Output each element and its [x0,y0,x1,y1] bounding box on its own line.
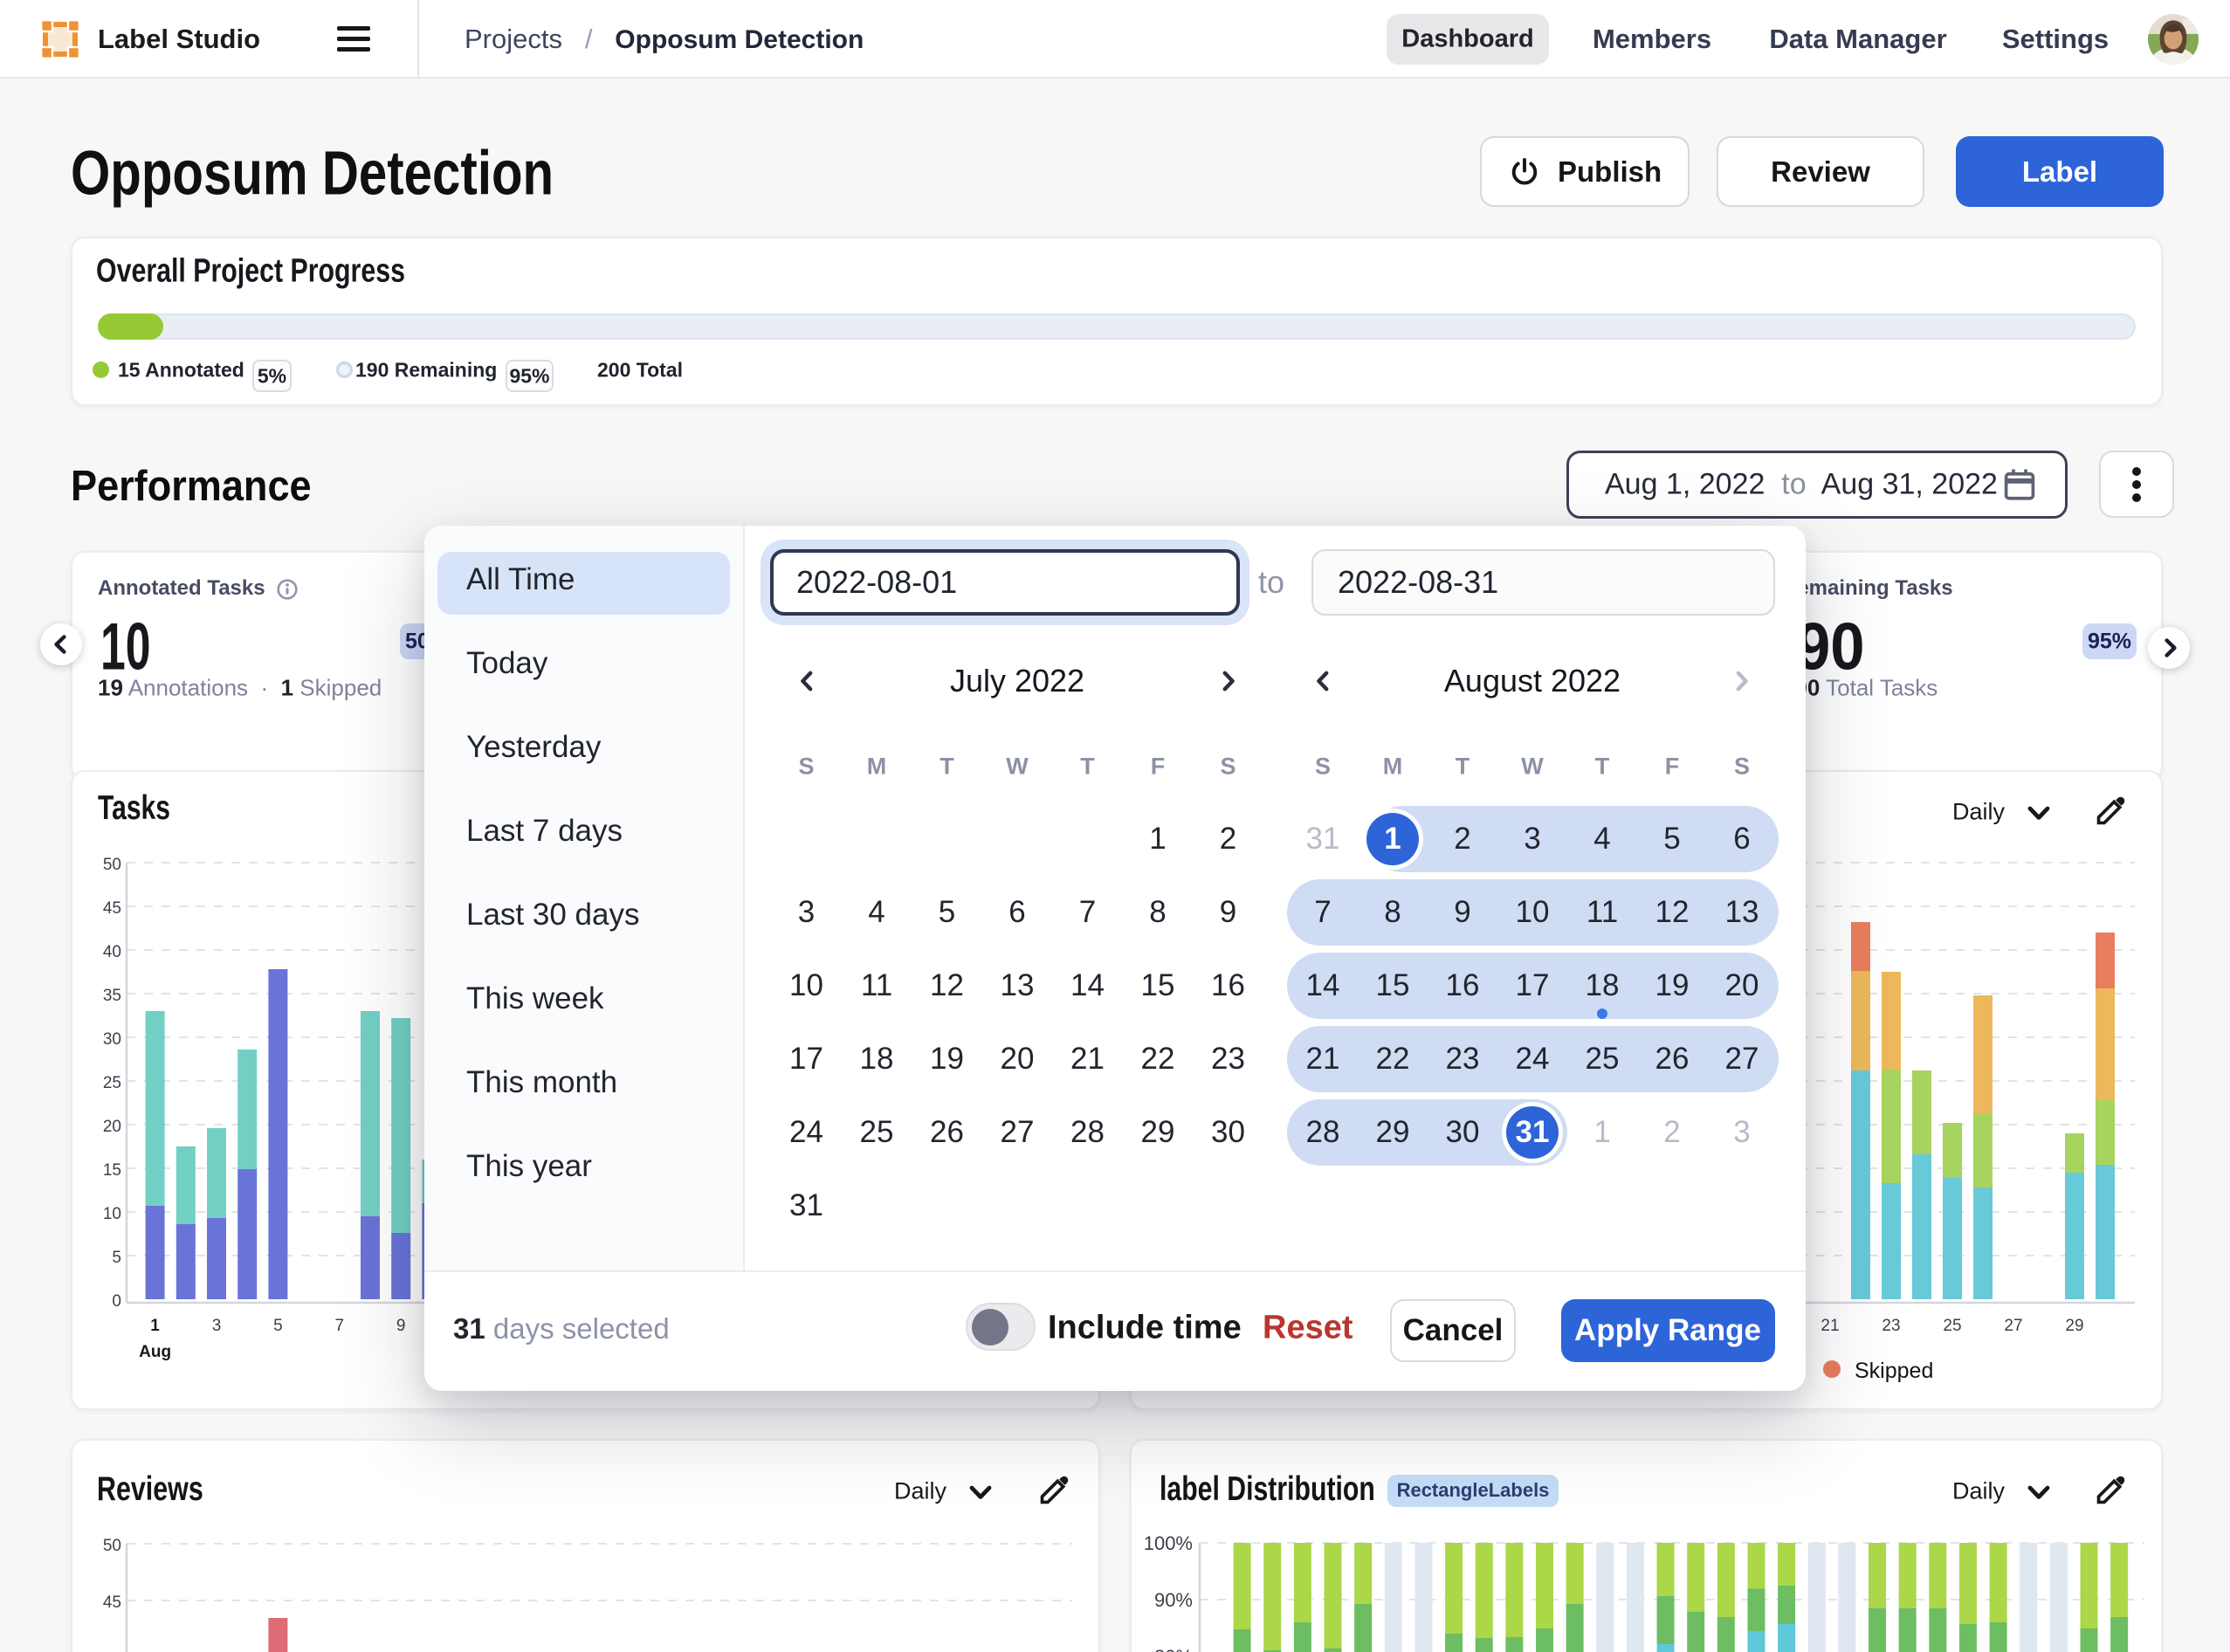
svg-text:Skipped: Skipped [1855,1359,1933,1383]
svg-text:20: 20 [103,1118,121,1136]
svg-text:30: 30 [103,1030,121,1049]
svg-text:90%: 90% [1154,1589,1193,1611]
svg-text:80%: 80% [1154,1646,1193,1652]
svg-text:50: 50 [103,1537,121,1555]
svg-text:1: 1 [150,1317,160,1335]
svg-text:45: 45 [103,1593,121,1612]
svg-text:45: 45 [103,899,121,918]
svg-text:25: 25 [103,1074,121,1092]
svg-text:3: 3 [212,1317,222,1335]
svg-text:21: 21 [1820,1317,1839,1335]
svg-text:50: 50 [103,856,121,874]
svg-text:Aug: Aug [139,1343,171,1361]
svg-text:10: 10 [103,1205,121,1223]
svg-text:29: 29 [2065,1317,2083,1335]
svg-text:25: 25 [1943,1317,1961,1335]
svg-text:15: 15 [103,1161,121,1180]
svg-text:35: 35 [103,987,121,1005]
svg-text:23: 23 [1882,1317,1900,1335]
svg-text:40: 40 [103,943,121,961]
svg-text:100%: 100% [1144,1532,1193,1554]
svg-text:27: 27 [2004,1317,2022,1335]
svg-text:0: 0 [112,1292,121,1311]
svg-text:5: 5 [112,1249,121,1267]
svg-text:9: 9 [396,1317,406,1335]
svg-text:7: 7 [335,1317,345,1335]
svg-text:5: 5 [273,1317,283,1335]
